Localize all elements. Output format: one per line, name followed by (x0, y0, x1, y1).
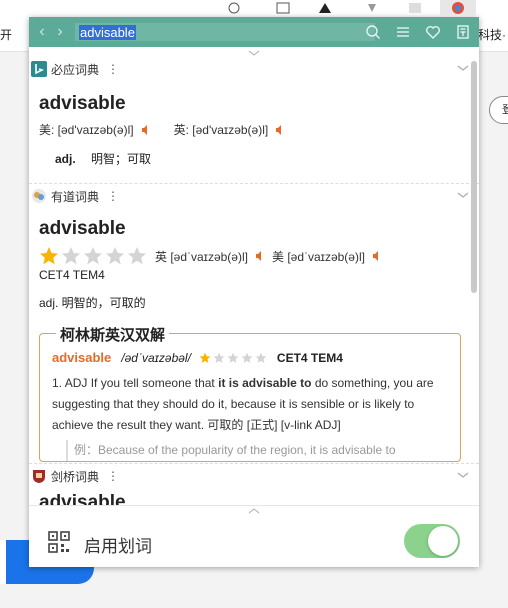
notebook-icon[interactable] (453, 22, 473, 42)
search-icon[interactable] (363, 22, 383, 42)
qr-code-icon[interactable] (48, 531, 70, 553)
extension-icon[interactable] (404, 0, 426, 16)
popup-header: ‹ › advisable (29, 17, 479, 47)
collins-head: advisable /ədˈvaɪzəbəl/ CET4 TEM4 (52, 350, 460, 365)
collins-phonetic: /ədˈvaɪzəbəl/ (121, 350, 191, 365)
bing-pos: adj. (55, 152, 76, 166)
collins-word: advisable (52, 350, 112, 365)
bing-def-text: 明智；可取 (91, 152, 152, 166)
youdao-tags: CET4 TEM4 (39, 268, 105, 282)
bing-headword: advisable (39, 93, 126, 114)
cambridge-dict-header: 剑桥词典 ⋮ (29, 466, 479, 486)
collins-bold: it is (218, 376, 239, 390)
more-vert-icon[interactable]: ⋮ (107, 189, 119, 203)
bing-phonetic-uk: 英: [əd'vaɪzəb(ə)l] (173, 123, 269, 137)
cambridge-headword: advisable (39, 492, 126, 506)
star-empty-icon (227, 352, 239, 363)
star-empty-icon (128, 247, 146, 265)
youdao-dict-header: 有道词典 ⋮ (29, 186, 479, 206)
fold-chevron-icon[interactable] (457, 468, 469, 482)
fold-chevron-icon[interactable] (457, 188, 469, 202)
browser-toolbar (0, 0, 508, 16)
youdao-dict-name: 有道词典 (51, 189, 100, 204)
speaker-icon[interactable] (140, 124, 152, 136)
youdao-logo-icon (31, 188, 47, 204)
speaker-icon[interactable] (274, 124, 286, 136)
dictionary-content: 必应词典 ⋮ advisable 美: [əd'vaɪzəb(ə)l] 英: [… (29, 59, 479, 505)
dictionary-popup: ‹ › advisable 必应词典 ⋮ advisable 美: [əd'va… (29, 17, 479, 567)
star-empty-icon (255, 352, 267, 363)
speaker-icon[interactable] (254, 250, 266, 262)
bookmark-left[interactable]: 开 (0, 26, 12, 43)
youdao-definition: adj. 明智的，可取的 (39, 296, 146, 310)
back-arrow-icon[interactable]: ‹ (33, 17, 51, 47)
more-vert-icon[interactable]: ⋮ (107, 469, 119, 483)
search-input[interactable]: advisable (79, 24, 136, 40)
bookmark-right[interactable]: 科技· (478, 26, 506, 43)
bing-dict-name: 必应词典 (51, 62, 100, 77)
collins-title: 柯林斯英汉双解 (56, 324, 170, 345)
youdao-headword: advisable (39, 218, 126, 239)
heart-icon[interactable] (423, 22, 443, 42)
bing-phonetics: 美: [əd'vaɪzəb(ə)l] 英: [əd'vaɪzəb(ə)l] (39, 121, 479, 138)
cambridge-logo-icon (31, 468, 47, 484)
collins-text: ADJ If you tell someone that (64, 376, 219, 390)
star-empty-icon (84, 247, 102, 265)
menu-icon[interactable] (393, 22, 413, 42)
collins-item-number: 1. (52, 376, 63, 390)
star-rating (39, 246, 147, 266)
star-empty-icon (213, 352, 225, 363)
collins-tags: CET4 TEM4 (276, 350, 343, 365)
forward-arrow-icon[interactable]: › (51, 17, 69, 47)
cambridge-dict-name: 剑桥词典 (51, 469, 100, 484)
collins-bold: advisable to (242, 376, 312, 390)
more-vert-icon[interactable]: ⋮ (107, 62, 119, 76)
youdao-phonetics: 英 [ədˈvaɪzəb(ə)l] 美 [ədˈvaɪzəb(ə)l] (39, 246, 479, 266)
enable-selection-toggle[interactable] (404, 524, 460, 558)
bing-dict-header: 必应词典 ⋮ (29, 59, 479, 79)
collins-definition: 1. ADJ If you tell someone that it is ad… (52, 373, 446, 436)
bing-definition: adj. 明智；可取 (55, 150, 479, 167)
youdao-phonetic-us: 美 [ədˈvaɪzəb(ə)l] (271, 249, 365, 264)
extension-icon[interactable] (314, 0, 336, 16)
search-field[interactable]: advisable (75, 23, 375, 41)
collins-example: 例：Because of the popularity of the regio… (66, 440, 446, 461)
speaker-icon[interactable] (371, 250, 383, 262)
toggle-knob (428, 526, 458, 556)
star-filled-icon (199, 352, 211, 363)
active-extension-icon[interactable] (440, 0, 476, 16)
fold-chevron-icon[interactable] (457, 61, 469, 75)
collapse-up-chevron-icon[interactable] (29, 47, 479, 59)
page-side-button[interactable]: 登 (489, 96, 508, 124)
star-empty-icon (106, 247, 124, 265)
star-filled-icon (40, 247, 58, 265)
star-empty-icon (241, 352, 253, 363)
enable-selection-label: 启用划词 (84, 537, 152, 556)
youdao-phonetic-uk: 英 [ədˈvaɪzəb(ə)l] (155, 249, 248, 264)
extension-icon[interactable] (224, 0, 244, 16)
star-empty-icon (62, 247, 80, 265)
page-edge (0, 540, 6, 584)
cambridge-section: 剑桥词典 ⋮ advisable (29, 463, 479, 506)
extension-icon[interactable] (362, 0, 382, 16)
expand-up-chevron-icon[interactable] (29, 505, 479, 517)
collins-section: 柯林斯英汉双解 advisable /ədˈvaɪzəbəl/ CET4 TEM… (39, 324, 461, 462)
scrollbar[interactable] (471, 61, 477, 293)
bing-phonetic-us: 美: [əd'vaɪzəb(ə)l] (39, 123, 134, 137)
bing-logo-icon (31, 61, 47, 77)
extension-icon[interactable] (272, 0, 294, 16)
collins-star-rating (199, 352, 267, 364)
